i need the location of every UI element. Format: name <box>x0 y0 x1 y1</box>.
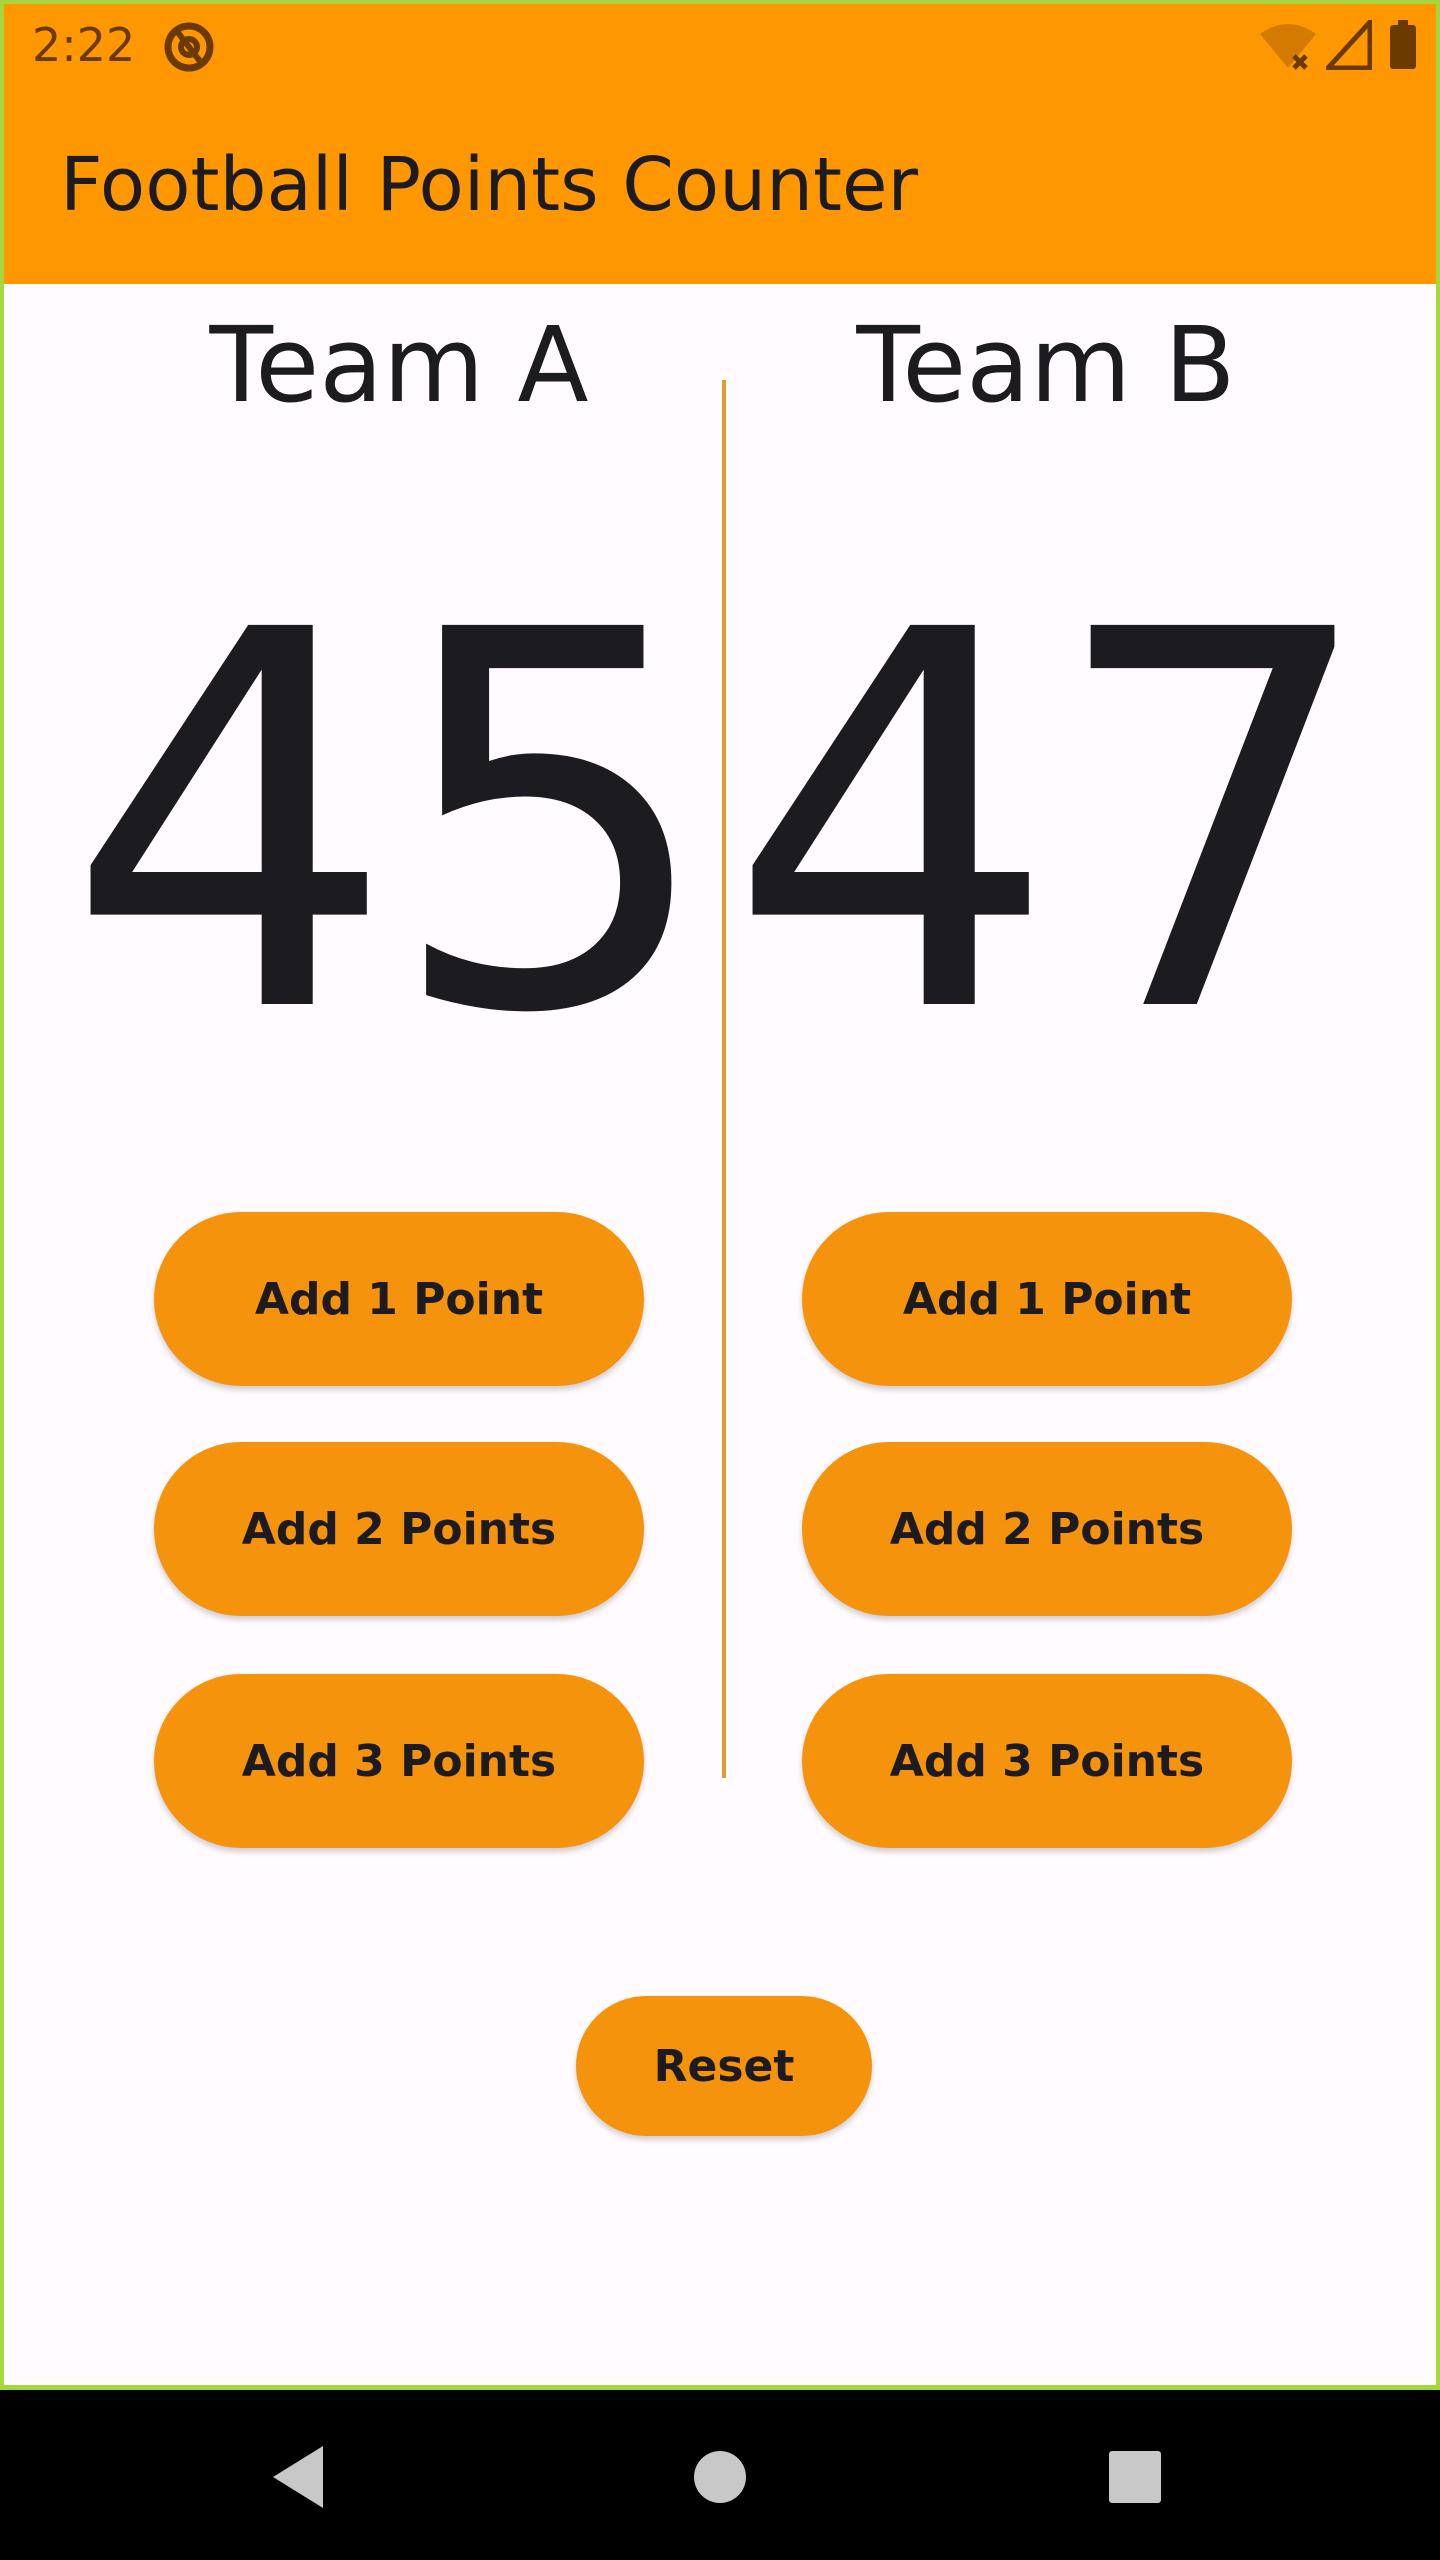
team-b-add-2-button[interactable]: Add 2 Points <box>802 1442 1292 1616</box>
team-b-name: Team B <box>856 304 1236 426</box>
app-title: Football Points Counter <box>60 142 918 228</box>
team-a-add-1-button[interactable]: Add 1 Point <box>154 1212 644 1386</box>
team-a-column: Team A 45 Add 1 Point Add 2 Points Add 3… <box>4 284 724 1848</box>
team-a-add-2-button[interactable]: Add 2 Points <box>154 1442 644 1616</box>
team-a-name: Team A <box>209 304 589 426</box>
reset-button[interactable]: Reset <box>576 1996 872 2136</box>
app-notification-icon <box>164 22 214 72</box>
team-b-add-1-button[interactable]: Add 1 Point <box>802 1212 1292 1386</box>
battery-icon <box>1390 20 1416 69</box>
team-a-score: 45 <box>65 521 717 1127</box>
app-window: 2:22 Football Points Counter Team A 45 A… <box>0 0 1440 2390</box>
back-icon[interactable] <box>255 2432 345 2522</box>
signal-icon <box>1326 20 1372 70</box>
team-b-column: Team B 47 Add 1 Point Add 2 Points Add 3… <box>724 284 1436 1848</box>
home-icon[interactable] <box>675 2432 765 2522</box>
team-a-add-3-button[interactable]: Add 3 Points <box>154 1674 644 1848</box>
status-time: 2:22 <box>32 18 136 72</box>
team-b-add-3-button[interactable]: Add 3 Points <box>802 1674 1292 1848</box>
app-bar: Football Points Counter <box>4 88 1436 284</box>
wifi-off-icon <box>1260 24 1316 70</box>
recents-icon[interactable] <box>1090 2432 1180 2522</box>
status-bar: 2:22 <box>4 4 1436 88</box>
team-b-score: 47 <box>727 521 1379 1127</box>
navigation-bar <box>0 2390 1440 2560</box>
